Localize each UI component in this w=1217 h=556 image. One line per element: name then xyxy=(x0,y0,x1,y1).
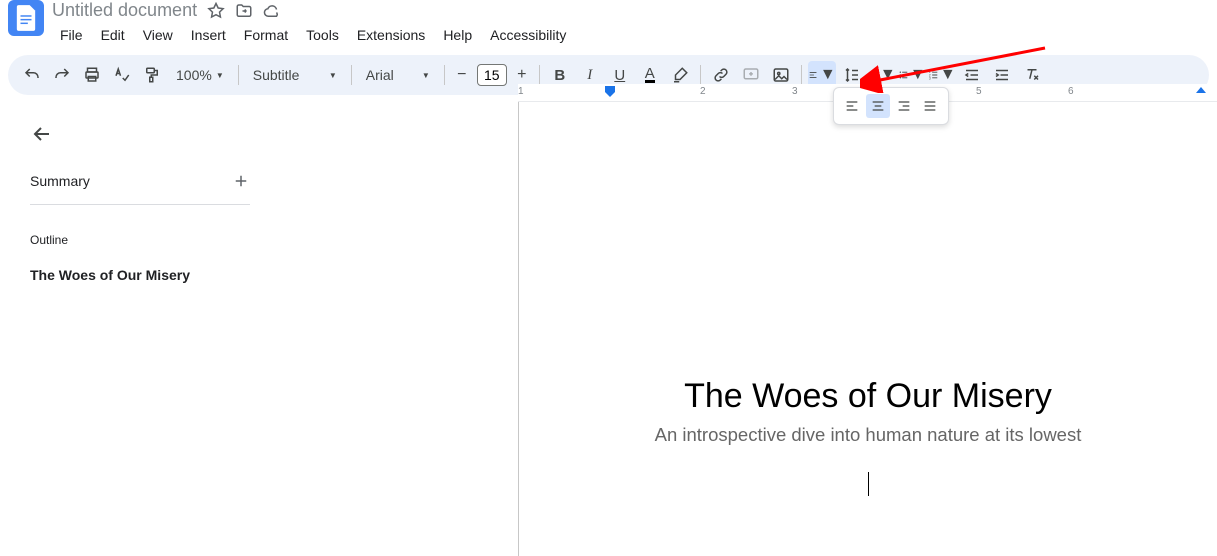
menu-view[interactable]: View xyxy=(135,23,181,47)
menu-accessibility[interactable]: Accessibility xyxy=(482,23,574,47)
font-size-increase[interactable]: + xyxy=(511,64,533,86)
add-summary-button[interactable] xyxy=(232,172,250,190)
menu-extensions[interactable]: Extensions xyxy=(349,23,433,47)
summary-label: Summary xyxy=(30,173,90,189)
document-subtitle[interactable]: An introspective dive into human nature … xyxy=(519,424,1217,446)
outline-label: Outline xyxy=(30,233,250,247)
menu-tools[interactable]: Tools xyxy=(298,23,347,47)
font-dropdown[interactable]: Arial▼ xyxy=(358,61,438,89)
align-left-option[interactable] xyxy=(840,94,864,118)
outline-sidebar: Summary Outline The Woes of Our Misery xyxy=(0,102,280,283)
undo-button[interactable] xyxy=(18,61,46,89)
svg-text:3: 3 xyxy=(929,77,931,81)
document-heading[interactable]: The Woes of Our Misery xyxy=(519,377,1217,416)
move-folder-icon[interactable] xyxy=(235,2,253,20)
menu-insert[interactable]: Insert xyxy=(183,23,234,47)
menu-format[interactable]: Format xyxy=(236,23,296,47)
redo-button[interactable] xyxy=(48,61,76,89)
star-icon[interactable] xyxy=(207,2,225,20)
zoom-dropdown[interactable]: 100%▼ xyxy=(168,61,232,89)
menu-edit[interactable]: Edit xyxy=(93,23,133,47)
menu-bar: File Edit View Insert Format Tools Exten… xyxy=(52,23,1209,47)
cloud-status-icon[interactable] xyxy=(263,2,281,20)
align-justify-option[interactable] xyxy=(918,94,942,118)
align-center-option[interactable] xyxy=(866,94,890,118)
text-cursor xyxy=(868,472,869,496)
outline-item[interactable]: The Woes of Our Misery xyxy=(30,267,250,283)
align-right-option[interactable] xyxy=(892,94,916,118)
document-area[interactable]: The Woes of Our Misery An introspective … xyxy=(518,102,1217,556)
format-paint-button[interactable] xyxy=(138,61,166,89)
document-title[interactable]: Untitled document xyxy=(52,0,197,21)
font-size-input[interactable] xyxy=(477,64,507,86)
font-size-decrease[interactable]: − xyxy=(451,64,473,86)
menu-help[interactable]: Help xyxy=(435,23,480,47)
docs-app-icon[interactable] xyxy=(8,0,44,36)
spellcheck-button[interactable] xyxy=(108,61,136,89)
align-popup xyxy=(833,87,949,125)
menu-file[interactable]: File xyxy=(52,23,91,47)
paragraph-style-dropdown[interactable]: Subtitle▼ xyxy=(245,61,345,89)
print-button[interactable] xyxy=(78,61,106,89)
close-outline-button[interactable] xyxy=(30,122,54,146)
